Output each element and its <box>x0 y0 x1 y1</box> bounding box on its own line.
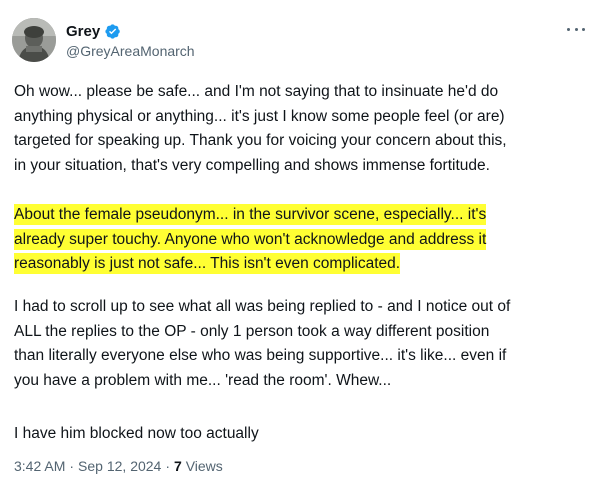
author-handle[interactable]: @GreyAreaMonarch <box>66 43 195 59</box>
separator: · <box>69 458 75 474</box>
avatar-image <box>12 18 56 62</box>
verified-badge-icon[interactable] <box>104 23 121 40</box>
separator: · <box>165 458 171 474</box>
text-line: I have him blocked now too actually <box>14 425 259 442</box>
text-line: anything physical or anything... it's ju… <box>14 107 505 125</box>
author-name-row: Grey <box>66 21 121 41</box>
paragraph: Oh wow... please be safe... and I'm not … <box>14 80 589 178</box>
text-line: I had to scroll up to see what all was b… <box>14 298 511 315</box>
text-line: in your situation, that's very compellin… <box>14 156 490 174</box>
paragraph: I had to scroll up to see what all was b… <box>14 295 589 393</box>
post: Grey @GreyAreaMonarch Oh wow... please b… <box>0 0 596 486</box>
views-label: Views <box>185 458 223 474</box>
post-metadata: 3:42 AM · Sep 12, 2024 · 7 Views <box>14 458 223 474</box>
avatar[interactable] <box>12 18 56 62</box>
post-time[interactable]: 3:42 AM <box>14 458 65 474</box>
text-line: targeted for speaking up. Thank you for … <box>14 132 507 149</box>
views-count[interactable]: 7 <box>174 458 182 474</box>
highlighted-text-line: reasonably is just not safe... This isn'… <box>14 253 401 274</box>
highlighted-text-line: already super touchy. Anyone who won't a… <box>14 228 487 250</box>
text-line: than literally everyone else who was bei… <box>14 347 507 364</box>
text-line: you have a problem with me... 'read the … <box>14 371 392 389</box>
paragraph: I have him blocked now too actually <box>14 422 589 447</box>
more-horizontal-icon[interactable] <box>567 24 585 34</box>
text-line: Oh wow... please be safe... and I'm not … <box>14 83 499 100</box>
highlighted-text-line: About the female pseudonym... in the sur… <box>14 204 487 225</box>
text-line: ALL the replies to the OP - only 1 perso… <box>14 322 490 340</box>
post-date[interactable]: Sep 12, 2024 <box>78 458 161 474</box>
author-display-name[interactable]: Grey <box>66 23 100 40</box>
highlighted-paragraph: About the female pseudonym... in the sur… <box>14 203 589 277</box>
